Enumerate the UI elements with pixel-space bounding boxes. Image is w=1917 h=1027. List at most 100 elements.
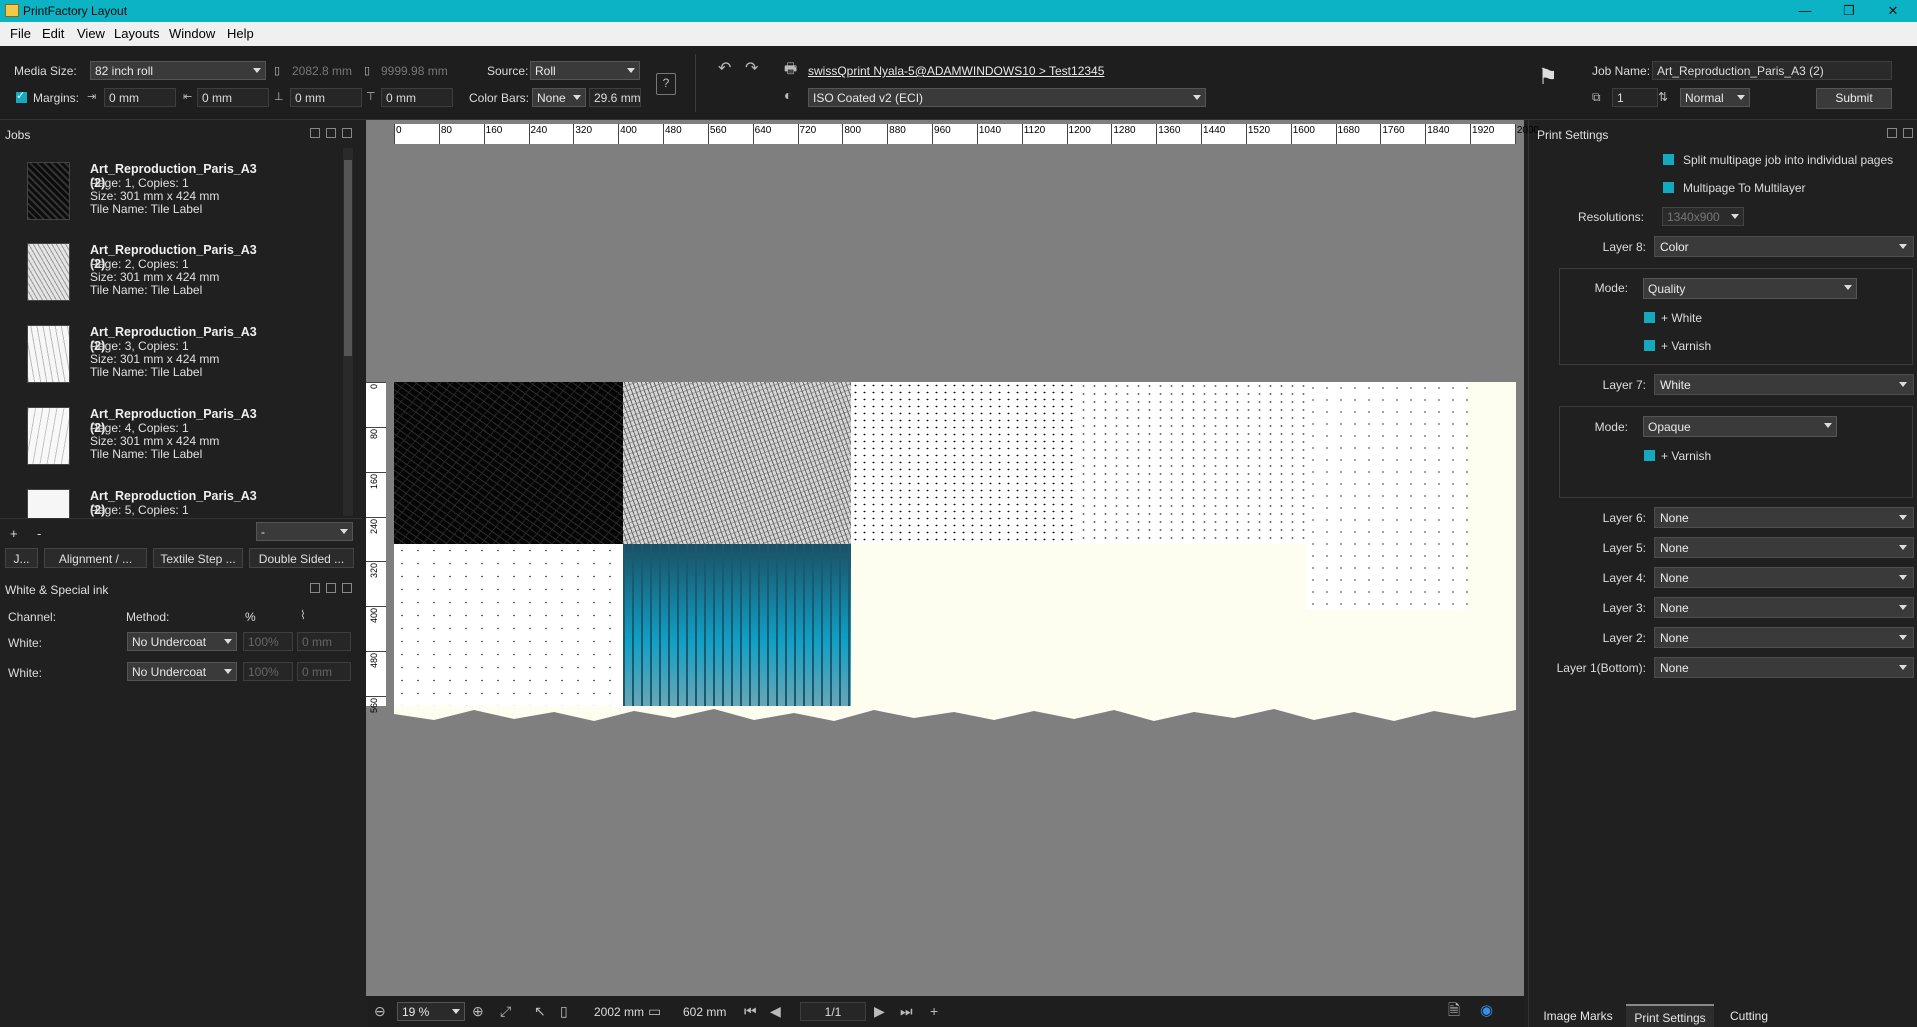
copies-field[interactable]: 1: [1612, 88, 1658, 107]
undo-icon[interactable]: ↶: [718, 60, 731, 78]
layer7-select[interactable]: White: [1654, 374, 1914, 395]
color-bars-select[interactable]: None: [532, 88, 586, 107]
layer1-select[interactable]: None: [1654, 657, 1914, 678]
panel-close-icon[interactable]: [1903, 128, 1913, 138]
multipage-multilayer-checkbox[interactable]: [1663, 182, 1674, 193]
tile-page-4[interactable]: [1078, 382, 1306, 544]
close-icon[interactable]: ✕: [1873, 2, 1913, 20]
tab-textile-step[interactable]: Textile Step ...: [153, 548, 243, 568]
resolutions-select[interactable]: 1340x900: [1662, 207, 1744, 226]
job-name-field[interactable]: Art_Reproduction_Paris_A3 (2): [1652, 61, 1892, 80]
panel-minimize-icon[interactable]: [310, 128, 320, 138]
tab-alignment[interactable]: Alignment / ...: [44, 548, 147, 568]
undercoat-mm-field[interactable]: 0 mm: [297, 632, 351, 651]
fit-page-icon[interactable]: ⤢: [500, 1002, 511, 1020]
previous-page-icon[interactable]: ◀: [770, 1002, 781, 1020]
layer6-select[interactable]: None: [1654, 507, 1914, 528]
panel-float-icon[interactable]: [326, 583, 336, 593]
scrollbar-thumb[interactable]: [344, 160, 352, 356]
tile-page-2[interactable]: [623, 382, 851, 544]
tab-image-marks[interactable]: Image Marks: [1534, 1004, 1622, 1027]
next-page-icon[interactable]: ▶: [874, 1002, 885, 1020]
web-icon[interactable]: ◉: [1480, 1002, 1493, 1020]
select-tool-icon[interactable]: ↖: [534, 1002, 546, 1020]
add-page-button[interactable]: +: [930, 1002, 938, 1020]
panel-minimize-icon[interactable]: [310, 583, 320, 593]
tab-jobs[interactable]: J...: [5, 548, 38, 568]
layer4-select[interactable]: None: [1654, 567, 1914, 588]
layer7-mode-select[interactable]: Opaque: [1643, 416, 1837, 437]
layer7-plus-varnish-checkbox[interactable]: [1644, 450, 1655, 461]
help-icon[interactable]: ?: [656, 73, 676, 95]
menu-window[interactable]: Window: [169, 26, 215, 41]
priority-value: Normal: [1685, 91, 1724, 105]
remove-job-button[interactable]: -: [37, 526, 41, 541]
margins-checkbox[interactable]: [16, 89, 27, 103]
color-profile-select[interactable]: ISO Coated v2 (ECI): [808, 88, 1206, 107]
layer8-select[interactable]: Color: [1654, 236, 1914, 257]
panel-float-icon[interactable]: [326, 128, 336, 138]
restore-icon[interactable]: ❐: [1829, 2, 1869, 20]
tile-page-6[interactable]: [394, 544, 623, 706]
undercoat-percent-field[interactable]: 100%: [243, 632, 293, 651]
margin-left-field[interactable]: 0 mm: [104, 88, 176, 107]
redo-icon[interactable]: ↷: [745, 60, 758, 78]
undercoat-mm-field[interactable]: 0 mm: [297, 662, 351, 681]
undercoat-percent-field[interactable]: 100%: [243, 662, 293, 681]
menu-layouts[interactable]: Layouts: [114, 26, 160, 41]
minimize-icon[interactable]: —: [1785, 2, 1825, 20]
list-item[interactable]: Art_Reproduction_Paris_A3 (2) Page: 3, C…: [0, 321, 275, 399]
tab-double-sided[interactable]: Double Sided ...: [249, 548, 354, 568]
layer3-select[interactable]: None: [1654, 597, 1914, 618]
tile-page-3[interactable]: [851, 382, 1078, 544]
panel-close-icon[interactable]: [342, 583, 352, 593]
undercoat-method-select[interactable]: No Undercoat: [127, 632, 237, 651]
priority-select[interactable]: Normal: [1680, 88, 1750, 107]
tile-page-5[interactable]: [1306, 382, 1468, 610]
media-size-select[interactable]: 82 inch roll: [90, 61, 266, 80]
layer5-select[interactable]: None: [1654, 537, 1914, 558]
margin-top-field[interactable]: 0 mm: [381, 88, 453, 107]
submit-button[interactable]: Submit: [1816, 88, 1892, 109]
split-multipage-checkbox[interactable]: [1663, 154, 1674, 165]
menu-help[interactable]: Help: [227, 26, 254, 41]
zoom-select[interactable]: 19 %: [397, 1002, 465, 1021]
last-page-icon[interactable]: ⏭: [900, 1002, 913, 1020]
layout-canvas[interactable]: 0 80 160 240 320 400 480 560 640 720 800 880 960 1040…: [366, 120, 1539, 996]
checkered-flag-icon[interactable]: ⚑: [1538, 66, 1558, 88]
tab-print-settings[interactable]: Print Settings: [1626, 1004, 1714, 1027]
list-item[interactable]: Art_Reproduction_Paris_A3 (2) Page: 1, C…: [0, 158, 275, 236]
margin-bottom-icon: ⊥: [274, 91, 284, 103]
color-bars-size-field[interactable]: 29.6 mm: [589, 88, 641, 107]
panel-close-icon[interactable]: [342, 128, 352, 138]
scrollbar[interactable]: [343, 148, 353, 516]
printer-link[interactable]: swissQprint Nyala-5@ADAMWINDOWS10 > Test…: [808, 64, 1104, 78]
menu-file[interactable]: File: [10, 26, 31, 41]
tab-cutting[interactable]: Cutting: [1718, 1004, 1780, 1027]
source-value: Roll: [535, 64, 556, 78]
list-item[interactable]: Art_Reproduction_Paris_A3 (2) Page: 5, C…: [0, 485, 275, 518]
tile-page-7[interactable]: [623, 544, 851, 706]
picker-icon[interactable]: ⌇: [300, 606, 306, 624]
add-job-button[interactable]: +: [10, 526, 18, 541]
layer8-mode-select[interactable]: Quality: [1643, 278, 1857, 299]
margin-right-field[interactable]: 0 mm: [197, 88, 269, 107]
plus-white-checkbox[interactable]: [1644, 312, 1655, 323]
source-select[interactable]: Roll: [530, 61, 640, 80]
first-page-icon[interactable]: ⏮: [744, 1002, 757, 1020]
zoom-in-icon[interactable]: ⊕: [472, 1002, 484, 1020]
menu-edit[interactable]: Edit: [42, 26, 64, 41]
layer2-select[interactable]: None: [1654, 627, 1914, 648]
panel-float-icon[interactable]: [1887, 128, 1897, 138]
jobs-filter-select[interactable]: -: [256, 522, 353, 541]
menu-view[interactable]: View: [77, 26, 105, 41]
list-item[interactable]: Art_Reproduction_Paris_A3 (2) Page: 2, C…: [0, 239, 275, 317]
report-icon[interactable]: 🗎: [1448, 1002, 1460, 1020]
tile-page-1[interactable]: [394, 382, 623, 544]
page-field[interactable]: 1/1: [800, 1002, 866, 1021]
zoom-out-icon[interactable]: ⊖: [374, 1002, 386, 1020]
plus-varnish-checkbox[interactable]: [1644, 340, 1655, 351]
undercoat-method-select[interactable]: No Undercoat: [127, 662, 237, 681]
list-item[interactable]: Art_Reproduction_Paris_A3 (2) Page: 4, C…: [0, 403, 275, 481]
margin-bottom-field[interactable]: 0 mm: [290, 88, 362, 107]
